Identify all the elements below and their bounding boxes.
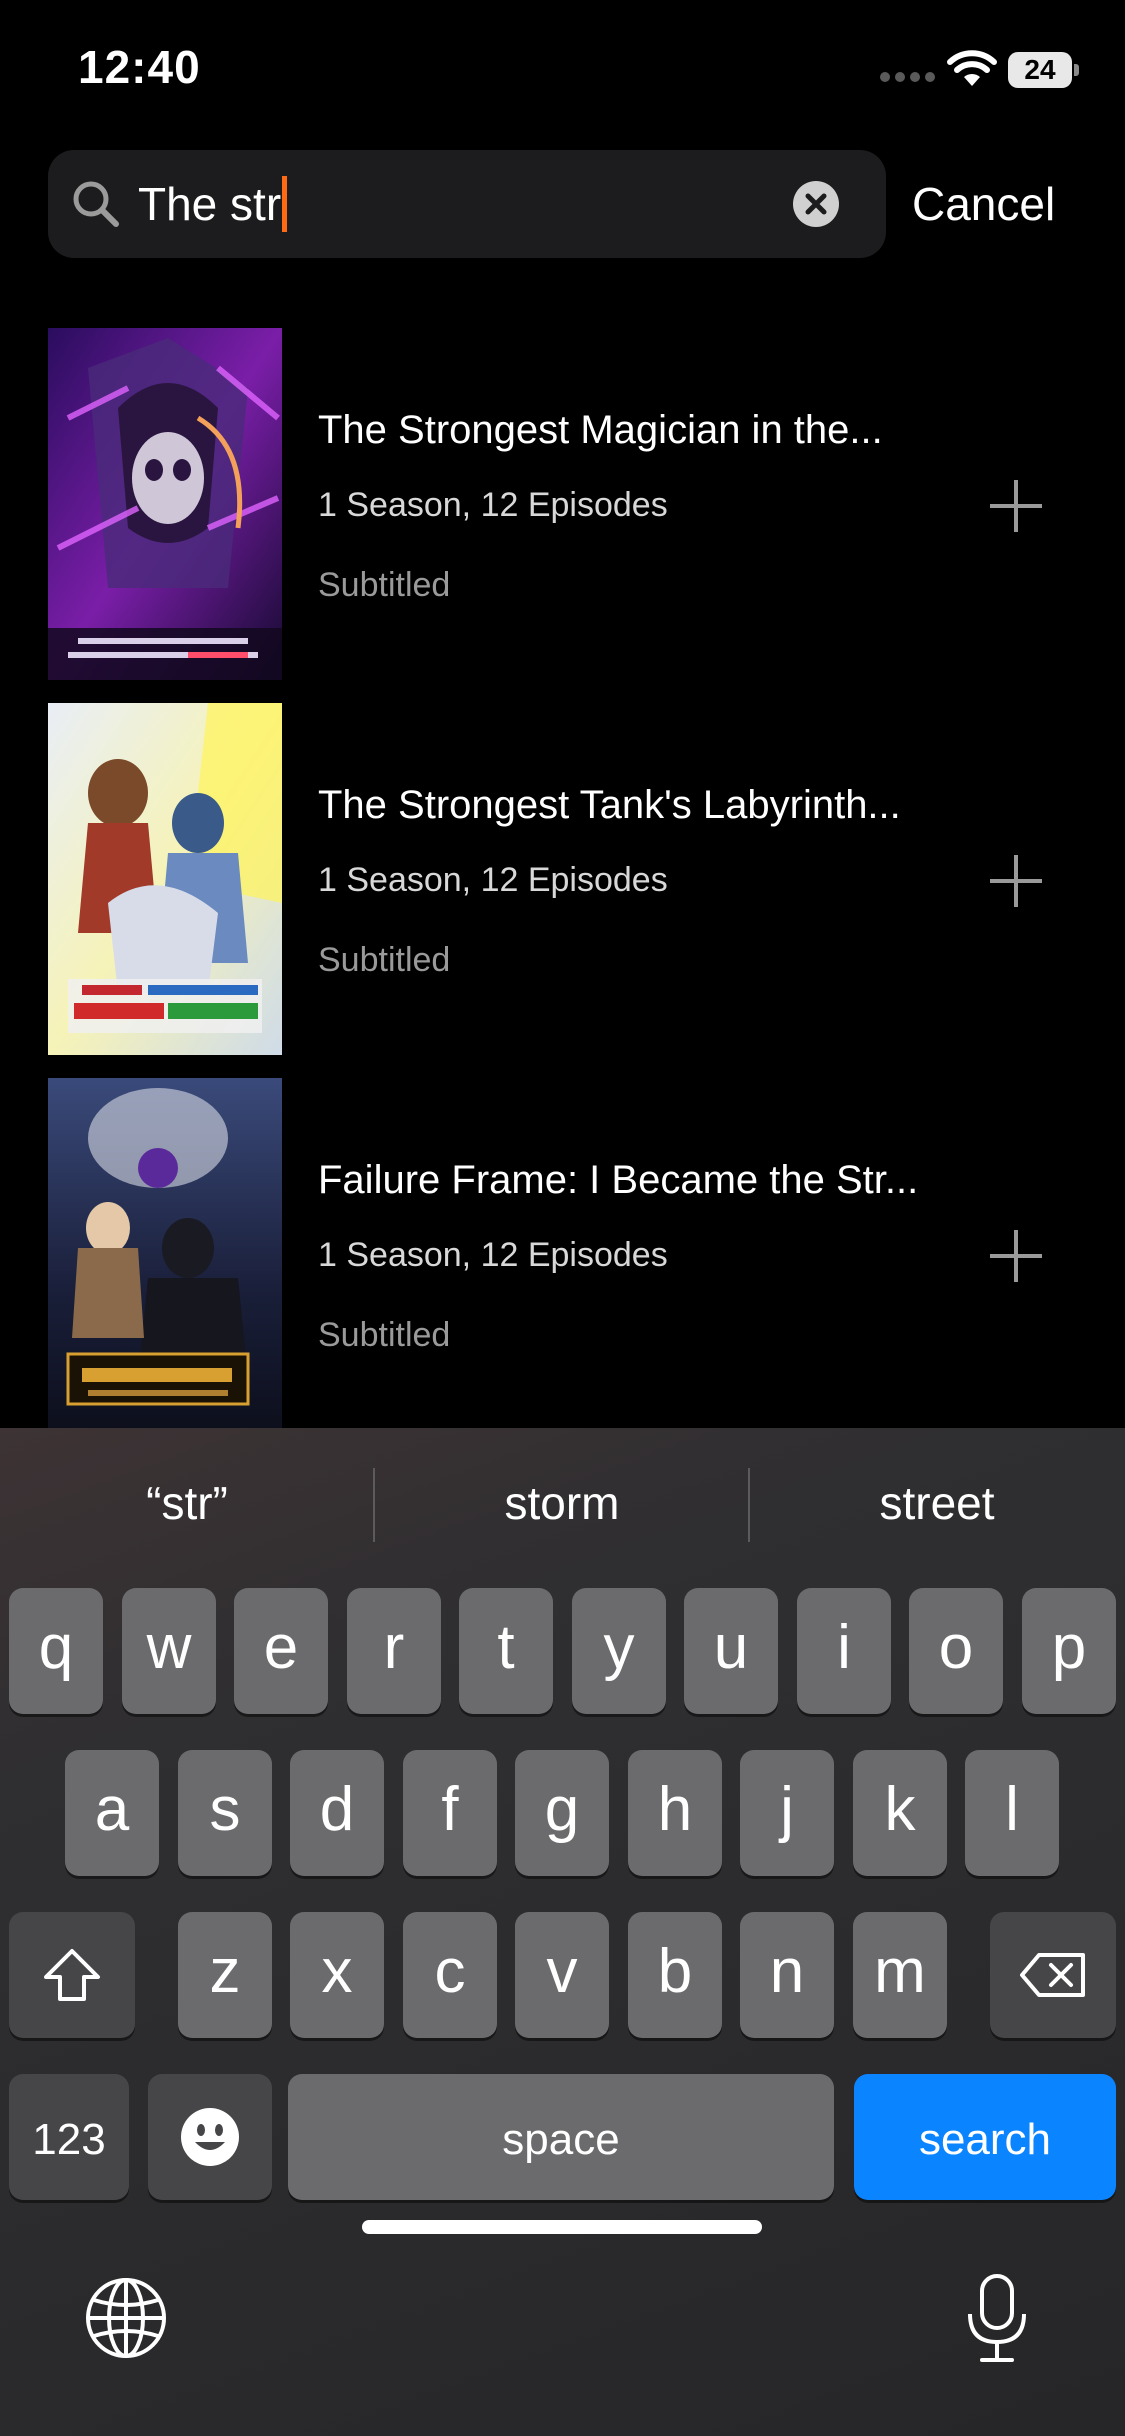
- key-z[interactable]: z: [178, 1912, 272, 2038]
- delete-key[interactable]: [990, 1912, 1116, 2038]
- key-v[interactable]: v: [515, 1912, 609, 2038]
- status-bar: 12:40 24: [0, 0, 1125, 140]
- backspace-icon: [1020, 1953, 1085, 1997]
- numbers-key[interactable]: 123: [9, 2074, 129, 2200]
- suggestion-storm[interactable]: storm: [375, 1428, 749, 1578]
- search-key-label: search: [918, 2115, 1052, 2164]
- emoji-icon: [181, 2108, 239, 2166]
- key-j[interactable]: j: [740, 1750, 834, 1876]
- key-k[interactable]: k: [853, 1750, 947, 1876]
- key-f[interactable]: f: [403, 1750, 497, 1876]
- search-icon: [73, 181, 119, 227]
- search-results-list: The Strongest Magician in the... 1 Seaso…: [0, 328, 1125, 1428]
- key-x[interactable]: x: [290, 1912, 384, 2038]
- key-h[interactable]: h: [628, 1750, 722, 1876]
- add-to-list-button[interactable]: [984, 849, 1048, 913]
- add-to-list-button[interactable]: [984, 1224, 1048, 1288]
- suggestion-quoted[interactable]: “str”: [0, 1428, 374, 1578]
- key-m[interactable]: m: [853, 1912, 947, 2038]
- key-r[interactable]: r: [347, 1588, 441, 1714]
- result-title: Failure Frame: I Became the Str...: [318, 1158, 919, 1202]
- key-n[interactable]: n: [740, 1912, 834, 2038]
- space-key[interactable]: space: [288, 2074, 834, 2200]
- key-q[interactable]: q: [9, 1588, 103, 1714]
- clear-icon[interactable]: [792, 180, 840, 228]
- battery-percent: 24: [1024, 54, 1056, 85]
- key-i[interactable]: i: [797, 1588, 891, 1714]
- result-title: The Strongest Magician in the...: [318, 408, 883, 452]
- result-language: Subtitled: [318, 566, 451, 604]
- wifi-icon: [947, 50, 997, 86]
- result-episodes: 1 Season, 12 Episodes: [318, 486, 668, 524]
- search-key[interactable]: search: [854, 2074, 1116, 2200]
- cellular-signal-icon: [880, 72, 936, 84]
- result-title: The Strongest Tank's Labyrinth...: [318, 783, 901, 827]
- key-p[interactable]: p: [1022, 1588, 1116, 1714]
- shift-icon: [44, 1949, 100, 2001]
- poster-thumbnail[interactable]: [48, 703, 282, 1055]
- key-u[interactable]: u: [684, 1588, 778, 1714]
- key-t[interactable]: t: [459, 1588, 553, 1714]
- result-language: Subtitled: [318, 1316, 451, 1354]
- search-input-value: The str: [138, 178, 282, 230]
- microphone-icon[interactable]: [962, 2272, 1032, 2364]
- numbers-key-label: 123: [32, 2115, 106, 2164]
- shift-key[interactable]: [9, 1912, 135, 2038]
- key-w[interactable]: w: [122, 1588, 216, 1714]
- key-s[interactable]: s: [178, 1750, 272, 1876]
- key-e[interactable]: e: [234, 1588, 328, 1714]
- predictive-text-bar: “str” storm street: [0, 1428, 1125, 1578]
- keyboard: “str” storm street q w e r t y u i o p a…: [0, 1428, 1125, 2436]
- status-time: 12:40: [78, 41, 201, 93]
- result-language: Subtitled: [318, 941, 451, 979]
- cancel-button[interactable]: Cancel: [912, 150, 1112, 258]
- result-row[interactable]: The Strongest Magician in the... 1 Seaso…: [0, 328, 1125, 680]
- suggestion-street[interactable]: street: [750, 1428, 1124, 1578]
- key-b[interactable]: b: [628, 1912, 722, 2038]
- key-c[interactable]: c: [403, 1912, 497, 2038]
- poster-thumbnail[interactable]: [48, 1078, 282, 1428]
- key-a[interactable]: a: [65, 1750, 159, 1876]
- emoji-key[interactable]: [148, 2074, 272, 2200]
- key-l[interactable]: l: [965, 1750, 1059, 1876]
- add-to-list-button[interactable]: [984, 474, 1048, 538]
- result-row[interactable]: Failure Frame: I Became the Str... 1 Sea…: [0, 1078, 1125, 1428]
- key-d[interactable]: d: [290, 1750, 384, 1876]
- text-caret: [282, 176, 288, 232]
- key-g[interactable]: g: [515, 1750, 609, 1876]
- poster-thumbnail[interactable]: [48, 328, 282, 680]
- space-key-label: space: [502, 2115, 620, 2164]
- home-indicator[interactable]: [362, 2220, 762, 2234]
- screen: 12:40 24 The str Cancel The Strongest Ma…: [0, 0, 1125, 2436]
- result-episodes: 1 Season, 12 Episodes: [318, 861, 668, 899]
- key-y[interactable]: y: [572, 1588, 666, 1714]
- battery-icon: 24: [1008, 52, 1080, 88]
- key-o[interactable]: o: [909, 1588, 1003, 1714]
- search-input[interactable]: The str: [138, 176, 288, 232]
- globe-icon[interactable]: [84, 2276, 168, 2360]
- result-episodes: 1 Season, 12 Episodes: [318, 1236, 668, 1274]
- result-row[interactable]: The Strongest Tank's Labyrinth... 1 Seas…: [0, 703, 1125, 1055]
- search-field[interactable]: The str: [48, 150, 886, 258]
